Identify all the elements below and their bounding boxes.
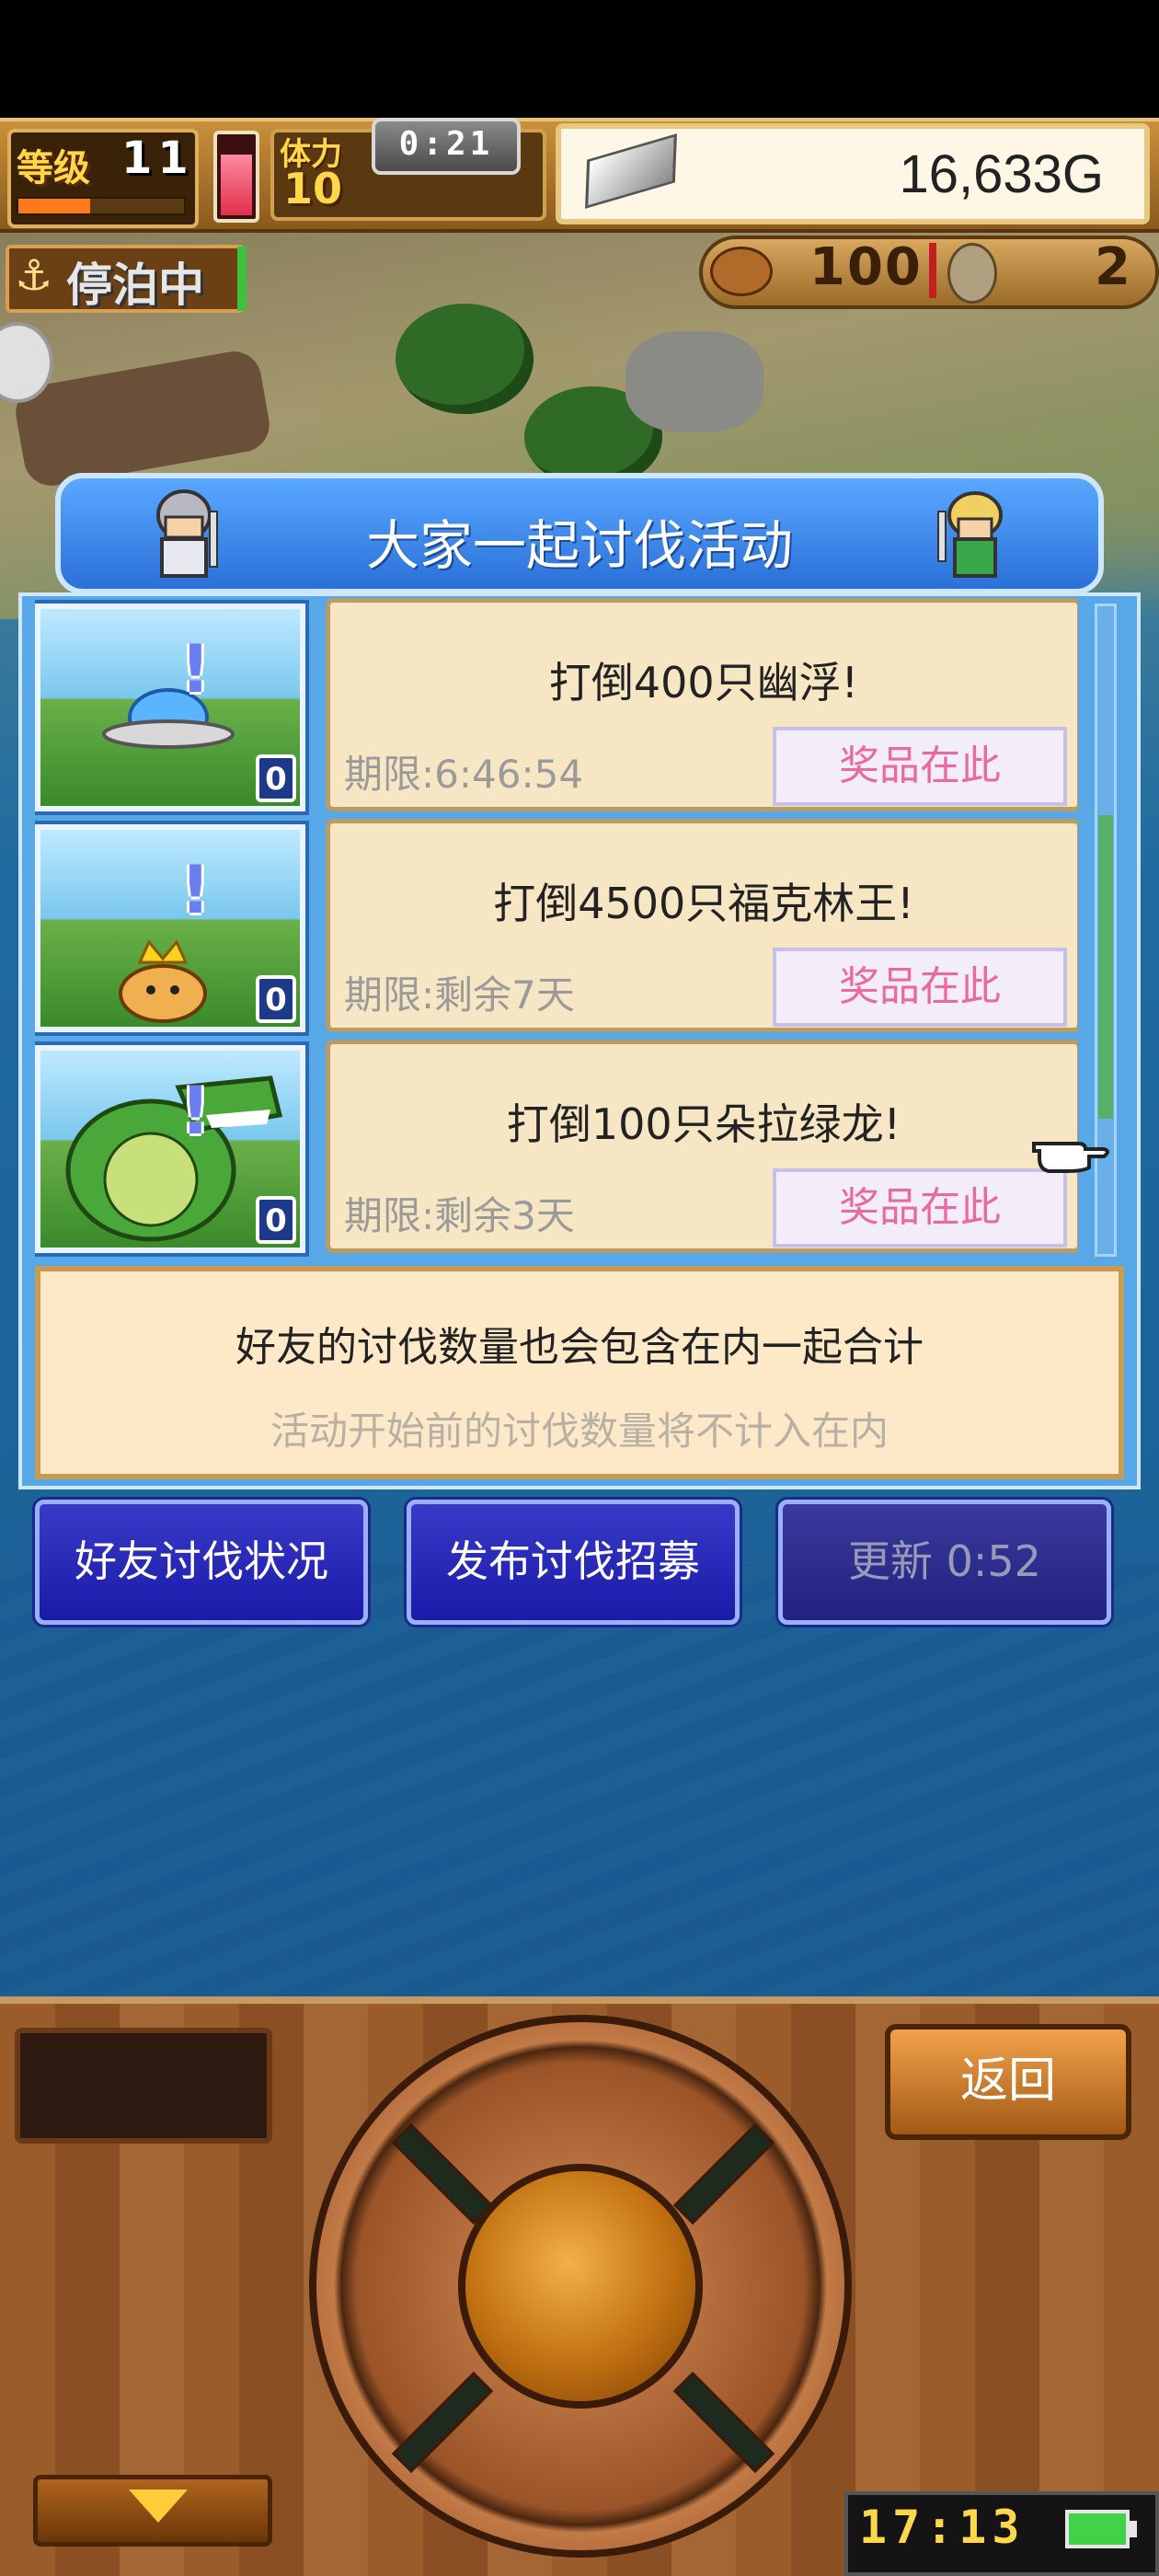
docked-indicator bbox=[237, 247, 247, 311]
food-count: 100 bbox=[809, 237, 923, 297]
quest-deadline: 期限:剩余3天 bbox=[344, 1193, 575, 1238]
tree bbox=[396, 304, 534, 414]
prize-button[interactable]: 奖品在此 bbox=[773, 1168, 1067, 1248]
pointing-hand-icon bbox=[1032, 1142, 1109, 1173]
stamina-timer: 0:21 bbox=[398, 125, 494, 163]
ufo-monster-icon bbox=[102, 688, 235, 749]
quest-progress-badge: 0 bbox=[256, 1196, 296, 1244]
anchor-icon: ⚓ bbox=[15, 250, 53, 300]
friends-status-button[interactable]: 好友讨伐状况 bbox=[35, 1500, 368, 1625]
elf-icon bbox=[937, 491, 1003, 578]
dial-center-button[interactable] bbox=[458, 2164, 703, 2409]
level-label: 等级 bbox=[17, 147, 90, 190]
resource-divider bbox=[929, 243, 936, 298]
exclamation-icon: ! bbox=[180, 630, 211, 707]
post-recruit-button[interactable]: 发布讨伐招募 bbox=[407, 1500, 740, 1625]
scrollbar-thumb[interactable] bbox=[1098, 815, 1113, 1119]
docked-status-label: 停泊中 bbox=[66, 259, 204, 312]
status-bar-area bbox=[0, 0, 1159, 118]
prize-button[interactable]: 奖品在此 bbox=[773, 948, 1067, 1027]
battery-tip bbox=[1130, 2521, 1137, 2537]
gold-amount: 16,633G bbox=[899, 144, 1104, 204]
quest-progress-badge: 0 bbox=[256, 975, 296, 1023]
level-value: 11 bbox=[121, 132, 194, 184]
sea-water bbox=[0, 1564, 1159, 1996]
stamina-value: 10 bbox=[283, 164, 343, 213]
mini-screen bbox=[15, 2028, 272, 2144]
quest-title: 打倒100只朵拉绿龙! bbox=[506, 1099, 901, 1149]
battery-icon bbox=[1065, 2510, 1130, 2548]
quest-deadline: 期限:6:46:54 bbox=[344, 752, 584, 797]
clock-time: 17:13 bbox=[859, 2501, 1026, 2554]
level-exp-fill bbox=[18, 199, 90, 213]
down-arrow-icon bbox=[129, 2490, 188, 2523]
quest-deadline: 期限:剩余7天 bbox=[344, 972, 575, 1018]
exclamation-icon: ! bbox=[180, 851, 211, 928]
stone-ruins bbox=[625, 331, 763, 432]
knight-icon bbox=[156, 489, 218, 578]
hp-gauge-fill bbox=[221, 155, 252, 215]
quest-list[interactable]: ! 0 打倒400只幽浮! 期限:6:46:54 奖品在此 ! 0 打倒4500… bbox=[35, 598, 1078, 1259]
food-icon bbox=[710, 247, 773, 296]
refresh-button[interactable]: 更新 0:52 bbox=[778, 1500, 1111, 1625]
quest-title: 打倒4500只福克林王! bbox=[493, 879, 914, 928]
event-note-main: 好友的讨伐数量也会包含在内一起合计 bbox=[235, 1324, 924, 1371]
quest-progress-badge: 0 bbox=[256, 754, 296, 802]
prize-button[interactable]: 奖品在此 bbox=[773, 727, 1067, 806]
medal-count: 2 bbox=[1095, 237, 1130, 297]
back-button[interactable]: 返回 bbox=[885, 2024, 1131, 2140]
medal-icon bbox=[947, 243, 997, 304]
exclamation-icon: ! bbox=[180, 1072, 211, 1149]
quest-title: 打倒400只幽浮! bbox=[548, 658, 859, 707]
crowned-slime-monster-icon bbox=[119, 939, 207, 1023]
event-note-sub: 活动开始前的讨伐数量将不计入在内 bbox=[270, 1409, 889, 1454]
